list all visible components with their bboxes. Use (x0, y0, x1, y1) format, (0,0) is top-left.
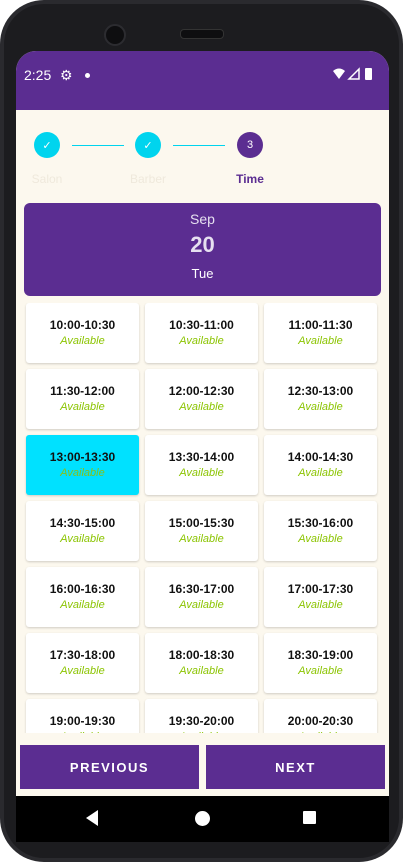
slot-time-label: 20:00-20:30 (287, 714, 354, 728)
time-slot-card[interactable]: 13:30-14:00 Available (145, 435, 258, 495)
slot-time-label: 13:00-13:30 (49, 450, 116, 464)
time-slot-card[interactable]: 18:00-18:30 Available (145, 633, 258, 693)
time-slot-card[interactable]: 16:30-17:00 Available (145, 567, 258, 627)
wifi-icon (333, 68, 345, 79)
slot-status-label: Available (298, 467, 343, 479)
check-icon: ✓ (143, 139, 153, 152)
step-salon[interactable]: ✓ (34, 132, 60, 158)
slot-time-label: 15:30-16:00 (287, 516, 354, 530)
time-slot-card[interactable]: 11:30-12:00 Available (26, 369, 139, 429)
step-barber[interactable]: ✓ (135, 132, 161, 158)
time-slot-card[interactable]: 12:30-13:00 Available (264, 369, 377, 429)
slot-time-label: 10:30-11:00 (169, 318, 234, 332)
booking-stepper: ✓ ✓ 3 Salon Barber Time (16, 110, 389, 202)
slot-status-label: Available (298, 533, 343, 545)
slot-time-label: 16:30-17:00 (168, 582, 235, 596)
slot-time-label: 17:00-17:30 (287, 582, 354, 596)
slot-time-label: 11:30-12:00 (50, 384, 115, 398)
time-slot-card[interactable]: 15:00-15:30 Available (145, 501, 258, 561)
back-icon[interactable] (86, 810, 98, 826)
slot-status-label: Available (60, 533, 105, 545)
selected-date-card[interactable]: Sep 20 Tue (24, 203, 381, 296)
slot-time-label: 17:30-18:00 (49, 648, 116, 662)
slot-status-label: Available (264, 731, 377, 733)
slot-status-label: Available (298, 665, 343, 677)
step-label-time: Time (236, 172, 264, 186)
slot-time-label: 12:00-12:30 (168, 384, 235, 398)
time-slot-card[interactable]: 16:00-16:30 Available (26, 567, 139, 627)
recents-icon[interactable] (303, 811, 316, 824)
slot-time-label: 10:00-10:30 (49, 318, 116, 332)
slot-time-label: 16:00-16:30 (49, 582, 116, 596)
slot-status-label: Available (60, 599, 105, 611)
earpiece-speaker (180, 29, 224, 39)
slot-status-label: Available (298, 599, 343, 611)
app-screen: 2:25 ⚙ ✓ ✓ 3 Salon Barber Time Sep 20 Tu… (16, 51, 389, 796)
notification-dot-icon (85, 73, 90, 78)
next-button[interactable]: NEXT (206, 745, 385, 789)
time-slot-card[interactable]: 11:00-11:30 Available (264, 303, 377, 363)
slot-status-label: Available (60, 467, 105, 479)
time-slot-card[interactable]: 19:30-20:00 Available (145, 699, 258, 733)
front-camera (104, 24, 126, 46)
time-slot-card[interactable]: 14:00-14:30 Available (264, 435, 377, 495)
step-connector (72, 145, 124, 146)
time-slot-card[interactable]: 13:00-13:30 Available (26, 435, 139, 495)
slot-time-label: 14:30-15:00 (49, 516, 116, 530)
slot-status-label: Available (26, 731, 139, 733)
date-month: Sep (190, 211, 215, 227)
slot-status-label: Available (179, 665, 224, 677)
time-slots-grid: 10:00-10:30 Available 10:30-11:00 Available… (26, 303, 377, 733)
time-slot-card[interactable]: 12:00-12:30 Available (145, 369, 258, 429)
time-slot-card[interactable]: 17:00-17:30 Available (264, 567, 377, 627)
slot-status-label: Available (179, 335, 224, 347)
battery-icon (365, 68, 372, 80)
time-slot-card[interactable]: 14:30-15:00 Available (26, 501, 139, 561)
phone-frame: 2:25 ⚙ ✓ ✓ 3 Salon Barber Time Sep 20 Tu… (0, 0, 403, 862)
date-weekday: Tue (191, 266, 214, 281)
date-day: 20 (190, 232, 215, 257)
slot-status-label: Available (179, 599, 224, 611)
time-slot-card[interactable]: 18:30-19:00 Available (264, 633, 377, 693)
check-icon: ✓ (42, 139, 52, 152)
status-time: 2:25 (24, 67, 52, 83)
slot-status-label: Available (60, 401, 105, 413)
time-slot-card[interactable]: 19:00-19:30 Available (26, 699, 139, 733)
slot-time-label: 18:30-19:00 (287, 648, 354, 662)
signal-icon (347, 67, 360, 80)
slot-time-label: 12:30-13:00 (287, 384, 354, 398)
step-connector (173, 145, 225, 146)
time-slot-card[interactable]: 15:30-16:00 Available (264, 501, 377, 561)
slot-time-label: 11:00-11:30 (288, 318, 353, 332)
time-slot-card[interactable]: 10:00-10:30 Available (26, 303, 139, 363)
slot-status-label: Available (60, 665, 105, 677)
system-status-icons (333, 67, 372, 80)
slot-status-label: Available (298, 335, 343, 347)
step-number: 3 (246, 139, 254, 151)
step-label-barber: Barber (129, 172, 167, 186)
slot-status-label: Available (145, 731, 258, 733)
slot-time-label: 18:00-18:30 (168, 648, 235, 662)
step-time[interactable]: 3 (237, 132, 263, 158)
previous-button[interactable]: PREVIOUS (20, 745, 199, 789)
slot-time-label: 13:30-14:00 (168, 450, 235, 464)
step-label-salon: Salon (31, 172, 63, 186)
slot-status-label: Available (298, 401, 343, 413)
slot-status-label: Available (179, 401, 224, 413)
slot-time-label: 19:00-19:30 (49, 714, 116, 728)
slot-status-label: Available (60, 335, 105, 347)
android-nav-bar (16, 796, 389, 842)
status-bar: 2:25 ⚙ (16, 51, 389, 110)
time-slot-card[interactable]: 17:30-18:00 Available (26, 633, 139, 693)
slot-status-label: Available (179, 533, 224, 545)
home-icon[interactable] (195, 811, 210, 826)
time-slot-card[interactable]: 20:00-20:30 Available (264, 699, 377, 733)
time-slot-card[interactable]: 10:30-11:00 Available (145, 303, 258, 363)
slot-time-label: 15:00-15:30 (168, 516, 235, 530)
settings-icon: ⚙ (60, 67, 73, 83)
time-slots-list[interactable]: 10:00-10:30 Available 10:30-11:00 Available… (16, 303, 389, 733)
slot-status-label: Available (179, 467, 224, 479)
slot-time-label: 14:00-14:30 (287, 450, 354, 464)
slot-time-label: 19:30-20:00 (168, 714, 235, 728)
